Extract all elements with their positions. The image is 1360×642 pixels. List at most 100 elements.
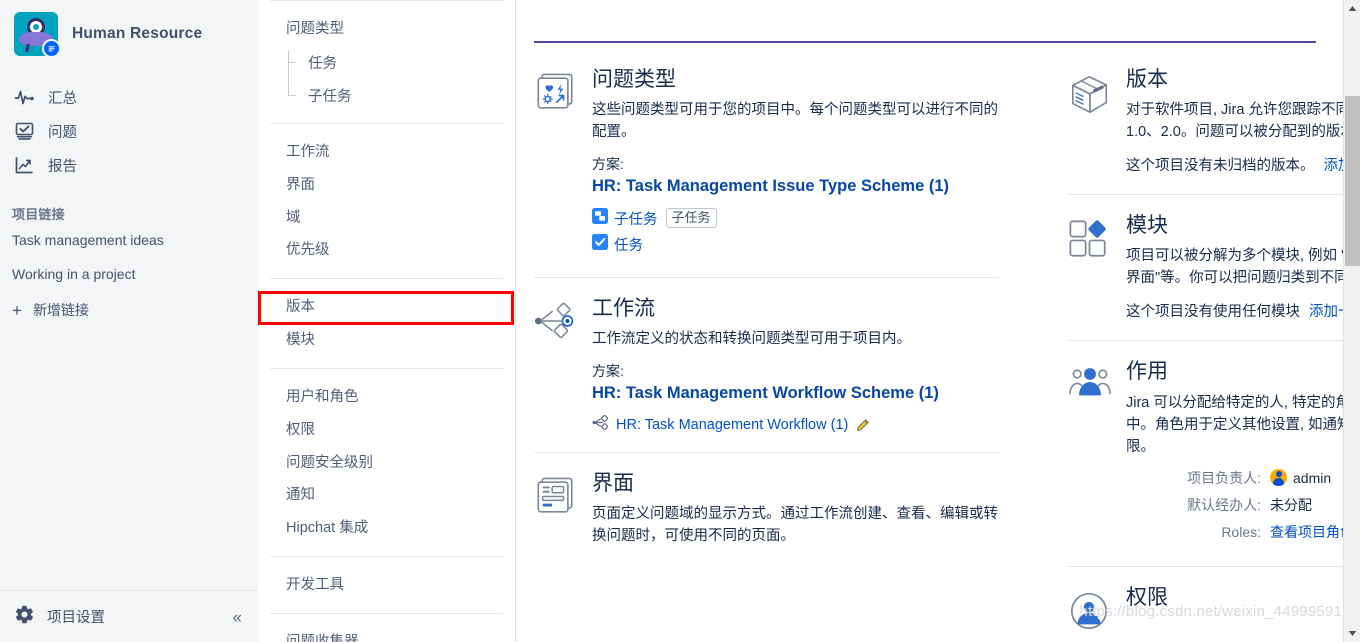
edit-pencil-icon[interactable] — [855, 418, 870, 433]
card-issue-types: 问题类型 这些问题类型可用于您的项目中。每个问题类型可以进行不同的配置。 方案:… — [534, 56, 999, 260]
scroll-down-icon[interactable] — [1344, 625, 1360, 642]
roles-detail-row: 默认经办人: 未分配 — [1126, 495, 1360, 515]
card-heading: 权限 — [1126, 585, 1168, 609]
components-empty-state: 这个项目没有使用任何模块 添加一个模块 — [1126, 301, 1360, 323]
card-description: 对于软件项目, Jira 允许您跟踪不同的版本, 如 1.0、2.0。问题可以被… — [1126, 102, 1360, 141]
issue-type-name[interactable]: 子任务 — [614, 208, 658, 229]
card-heading: 作用 — [1126, 360, 1168, 384]
main-content: 问题类型 这些问题类型可用于您的项目中。每个问题类型可以进行不同的配置。 方案:… — [516, 0, 1360, 642]
sidebar-item-label: 汇总 — [48, 90, 77, 107]
app-root: Human Resource 汇总 问题 报告 项目链接 Task manage… — [0, 0, 1360, 642]
subnav-item-issue-types[interactable]: 问题类型 — [258, 13, 515, 46]
issue-type-list: 子任务 子任务 任务 — [592, 207, 999, 255]
task-icon — [592, 233, 614, 255]
subnav-item-workflows[interactable]: 工作流 — [258, 136, 515, 169]
versions-empty-text: 这个项目没有未归档的版本。 — [1126, 158, 1315, 175]
add-link-button[interactable]: + 新增链接 — [0, 291, 258, 329]
subnav-item-screens[interactable]: 界面 — [258, 169, 515, 202]
sidebar-item-summary[interactable]: 汇总 — [0, 80, 258, 114]
components-empty-text: 这个项目没有使用任何模块 — [1126, 304, 1300, 321]
page-top-divider — [534, 41, 1316, 43]
subnav-item-priorities[interactable]: 优先级 — [258, 234, 515, 267]
sidebar-nav: 汇总 问题 报告 — [0, 80, 258, 182]
workflow-name-link[interactable]: HR: Task Management Workflow (1) — [616, 417, 848, 433]
card-versions: 版本 对于软件项目, Jira 允许您跟踪不同的版本, 如 1.0、2.0。问题… — [1068, 56, 1360, 177]
default-assignee-label: 默认经办人: — [1187, 496, 1261, 513]
right-column: 版本 对于软件项目, Jira 允许您跟踪不同的版本, 如 1.0、2.0。问题… — [1068, 56, 1360, 637]
roles-label: Roles: — [1221, 523, 1261, 540]
avatar — [1270, 469, 1287, 487]
subnav-item-permissions[interactable]: 权限 — [258, 414, 515, 447]
subnav-item-components[interactable]: 模块 — [258, 324, 515, 357]
versions-empty-state: 这个项目没有未归档的版本。 添加一个版本 — [1126, 155, 1360, 177]
card-description: 工作流定义的状态和转换问题类型可用于项目内。 — [592, 330, 911, 347]
left-column: 问题类型 这些问题类型可用于您的项目中。每个问题类型可以进行不同的配置。 方案:… — [534, 56, 999, 637]
card-roles: 作用 Jira 可以分配给特定的人, 特定的角色在你的项目中。角色用于定义其他设… — [1068, 340, 1360, 548]
sidebar-item-label: 问题 — [48, 124, 77, 141]
subnav-item-issue-security[interactable]: 问题安全级别 — [258, 447, 515, 480]
components-icon — [1068, 214, 1126, 323]
workflow-item-row: HR: Task Management Workflow (1) — [592, 415, 999, 435]
subnav-group-collectors: 问题收集器 — [258, 614, 515, 642]
subtask-icon — [592, 207, 614, 229]
subnav-children: 任务 子任务 — [258, 46, 515, 112]
vertical-scrollbar[interactable] — [1343, 0, 1360, 642]
sidebar-link-task-management-ideas[interactable]: Task management ideas — [0, 223, 258, 257]
subnav-group-people: 用户和角色 权限 问题安全级别 通知 Hipchat 集成 — [258, 369, 515, 556]
plus-icon: + — [12, 300, 22, 320]
subnav-item-notifications[interactable]: 通知 — [258, 479, 515, 512]
issue-type-badge: 子任务 — [665, 207, 717, 229]
sidebar-item-issues[interactable]: 问题 — [0, 114, 258, 148]
subnav-item-hipchat[interactable]: Hipchat 集成 — [258, 512, 515, 545]
subnav-item-versions[interactable]: 版本 — [258, 291, 515, 324]
reports-icon — [14, 155, 40, 176]
project-sidebar: Human Resource 汇总 问题 报告 项目链接 Task manage… — [0, 0, 258, 642]
issues-icon — [14, 121, 40, 142]
issue-type-row: 任务 — [592, 233, 999, 255]
project-settings-button[interactable]: 项目设置 « — [0, 590, 258, 642]
roles-people-icon — [1068, 360, 1126, 548]
subnav-item-users-and-roles[interactable]: 用户和角色 — [258, 381, 515, 414]
scheme-label: 方案: — [592, 156, 624, 173]
screens-icon — [534, 472, 592, 547]
subnav-child-task[interactable]: 任务 — [288, 46, 515, 79]
scroll-up-icon[interactable] — [1344, 0, 1360, 17]
add-link-label: 新增链接 — [32, 302, 89, 318]
subnav-group-versions: 版本 模块 — [258, 279, 515, 368]
subnav-item-development-tools[interactable]: 开发工具 — [258, 569, 515, 602]
roles-detail-list: 项目负责人: admin 默认经办人: 未分配 Roles: 查看项目角色 — [1126, 468, 1360, 542]
main-scroll-area: 问题类型 这些问题类型可用于您的项目中。每个问题类型可以进行不同的配置。 方案:… — [516, 0, 1360, 642]
issue-type-name[interactable]: 任务 — [614, 234, 643, 255]
permissions-icon — [1068, 586, 1126, 637]
sidebar-link-working-in-a-project[interactable]: Working in a project — [0, 257, 258, 291]
collapse-sidebar-icon[interactable]: « — [233, 608, 242, 625]
subnav-item-issue-collectors[interactable]: 问题收集器 — [258, 626, 515, 642]
card-heading: 版本 — [1126, 68, 1168, 91]
issue-type-scheme-link[interactable]: HR: Task Management Issue Type Scheme (1… — [592, 175, 999, 198]
workflow-small-icon — [592, 415, 616, 435]
project-avatar — [14, 12, 61, 58]
sidebar-item-label: 报告 — [48, 158, 77, 175]
subnav-child-subtask[interactable]: 子任务 — [288, 79, 515, 112]
subnav-group-config: 工作流 界面 域 优先级 — [258, 124, 515, 278]
card-description: Jira 可以分配给特定的人, 特定的角色在你的项目中。角色用于定义其他设置, … — [1126, 394, 1360, 455]
card-heading: 问题类型 — [592, 68, 676, 91]
card-heading: 界面 — [592, 472, 634, 496]
workflow-scheme-link[interactable]: HR: Task Management Workflow Scheme (1) — [592, 382, 999, 405]
card-description: 项目可以被分解为多个模块, 例如 "数据库", "用户界面"等。你可以把问题归类… — [1126, 248, 1360, 287]
project-title: Human Resource — [72, 25, 203, 42]
workflow-icon — [534, 297, 592, 436]
project-header: Human Resource — [0, 0, 258, 66]
view-project-roles-link[interactable]: 查看项目角色 — [1270, 522, 1354, 542]
versions-box-icon — [1068, 68, 1126, 177]
issue-types-icon — [534, 68, 592, 260]
card-heading: 工作流 — [592, 296, 655, 320]
roles-detail-row: 项目负责人: admin — [1126, 468, 1360, 488]
card-workflow: 工作流 工作流定义的状态和转换问题类型可用于项目内。 方案: HR: Task … — [534, 276, 999, 436]
subnav-item-fields[interactable]: 域 — [258, 202, 515, 235]
card-description: 页面定义问题域的显示方式。通过工作流创建、查看、编辑或转换问题时，可使用不同的页… — [592, 506, 998, 545]
card-permissions: 权限 — [1068, 565, 1360, 637]
settings-subnav: 问题类型 任务 子任务 工作流 界面 域 优先级 版本 模块 用户和角色 权限 … — [258, 0, 516, 642]
sidebar-item-reports[interactable]: 报告 — [0, 148, 258, 182]
scrollbar-thumb[interactable] — [1345, 96, 1360, 266]
